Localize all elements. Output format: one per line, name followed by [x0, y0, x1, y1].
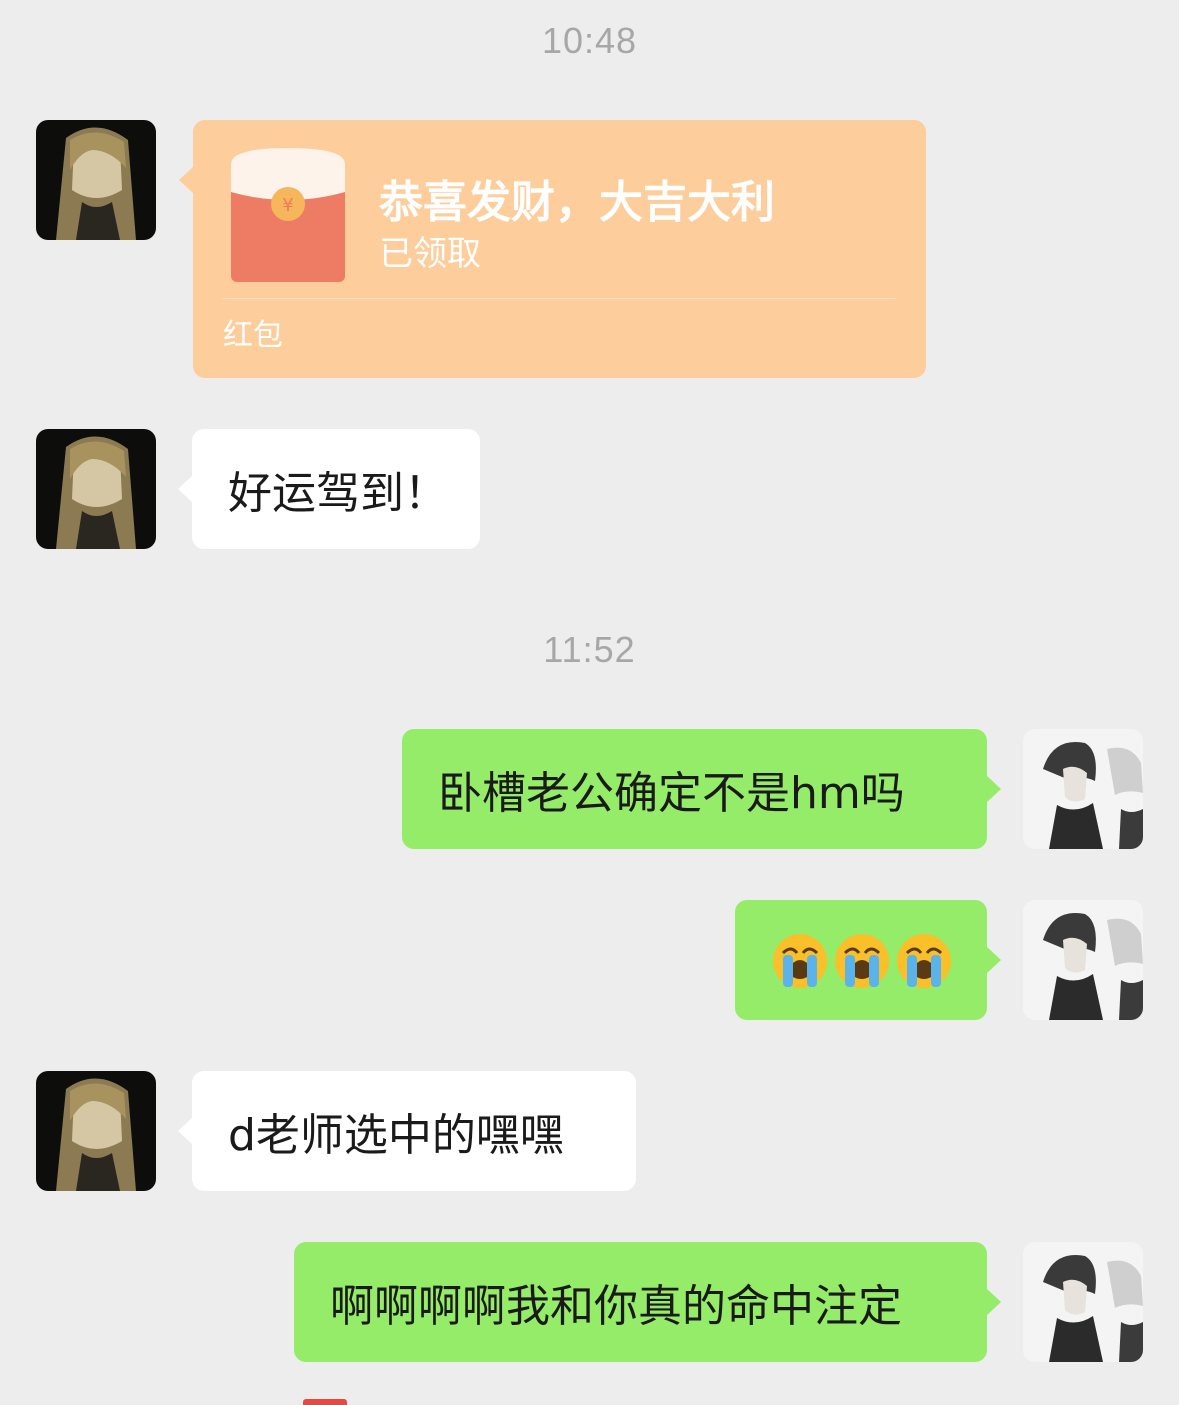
- message-text: 啊啊啊啊我和你真的命中注定: [330, 1281, 902, 1332]
- red-packet-divider: [223, 298, 896, 299]
- message-bubble-incoming[interactable]: 好运驾到！: [178, 429, 480, 549]
- contact-avatar-image: [36, 1071, 156, 1191]
- loudly-crying-face-icon: [773, 934, 827, 988]
- partial-message-indicator: [303, 1399, 347, 1405]
- contact-avatar[interactable]: [36, 120, 156, 240]
- red-packet-title: 恭喜发财，大吉大利: [379, 177, 775, 228]
- timestamp: 10:48: [541, 20, 638, 61]
- message-bubble-incoming[interactable]: d老师选中的嘿嘿: [178, 1071, 636, 1191]
- contact-avatar[interactable]: [36, 429, 156, 549]
- my-avatar[interactable]: [1023, 900, 1143, 1020]
- red-packet-label: 红包: [223, 318, 283, 353]
- message-bubble-outgoing[interactable]: [735, 900, 1001, 1020]
- svg-text:¥: ¥: [282, 195, 293, 216]
- message-bubble-outgoing[interactable]: 啊啊啊啊我和你真的命中注定: [294, 1242, 1001, 1362]
- red-packet-status: 已领取: [379, 234, 481, 274]
- my-avatar-image: [1023, 900, 1143, 1020]
- contact-avatar[interactable]: [36, 1071, 156, 1191]
- message-bubble-outgoing[interactable]: 卧槽老公确定不是hm吗: [402, 729, 1001, 849]
- emoji-group: [771, 931, 953, 989]
- red-envelope-icon: ¥: [231, 148, 345, 282]
- timestamp: 11:52: [543, 629, 636, 670]
- my-avatar[interactable]: [1023, 729, 1143, 849]
- message-text: 好运驾到！: [228, 468, 448, 519]
- loudly-crying-face-icon: [835, 934, 889, 988]
- contact-avatar-image: [36, 429, 156, 549]
- message-text: d老师选中的嘿嘿: [228, 1110, 564, 1161]
- my-avatar-image: [1023, 729, 1143, 849]
- red-packet-message[interactable]: ¥ 恭喜发财，大吉大利 已领取 红包: [179, 120, 926, 378]
- contact-avatar-image: [36, 120, 156, 240]
- loudly-crying-face-icon: [897, 934, 951, 988]
- my-avatar[interactable]: [1023, 1242, 1143, 1362]
- my-avatar-image: [1023, 1242, 1143, 1362]
- message-text: 卧槽老公确定不是hm吗: [438, 768, 905, 819]
